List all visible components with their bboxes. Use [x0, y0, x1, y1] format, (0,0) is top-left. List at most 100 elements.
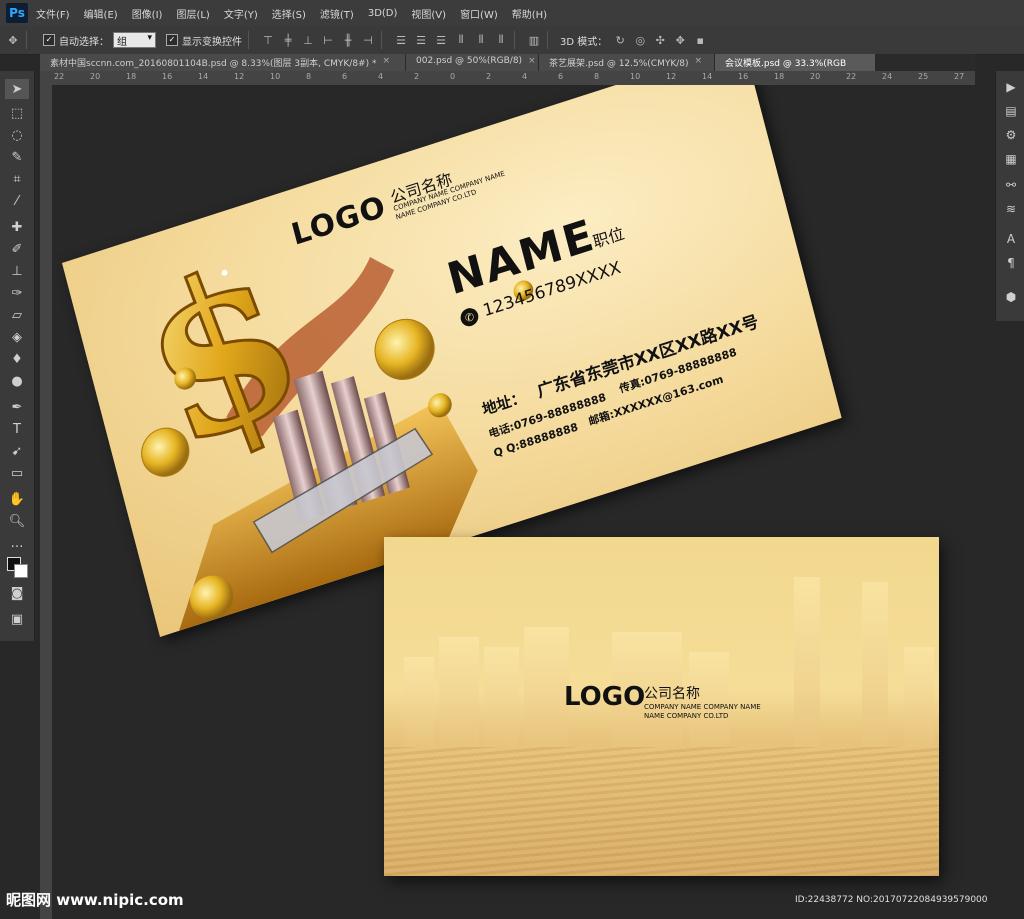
- 3d-rotate-icon[interactable]: ↻: [613, 33, 627, 47]
- menu-file[interactable]: 文件(F): [36, 6, 70, 21]
- auto-select-option[interactable]: ✓ 自动选择： 组: [43, 32, 156, 48]
- align-vcenter-icon[interactable]: ╪: [281, 33, 295, 47]
- business-card-back[interactable]: LOGO 公司名称 COMPANY NAME COMPANY NAME NAME…: [384, 537, 939, 876]
- ruler-tick-label: 8: [306, 72, 312, 81]
- play-icon[interactable]: ▶: [1003, 79, 1019, 95]
- tab-document-2[interactable]: 002.psd @ 50%(RGB/8) ×: [406, 54, 538, 71]
- ruler-tick-label: 16: [162, 72, 173, 81]
- background-color[interactable]: [14, 564, 28, 578]
- menu-type[interactable]: 文字(Y): [224, 6, 258, 21]
- menu-window[interactable]: 窗口(W): [460, 6, 498, 21]
- show-transform-option[interactable]: ✓ 显示变换控件: [166, 33, 242, 48]
- tab-label: 素材中国sccnn.com_20160801104B.psd @ 8.33%(图…: [50, 59, 377, 69]
- move-tool-icon[interactable]: ✥: [6, 33, 20, 47]
- align-top-icon[interactable]: ⊤: [261, 33, 275, 47]
- menu-select[interactable]: 选择(S): [272, 6, 306, 21]
- paragraph-icon[interactable]: ¶: [1003, 255, 1019, 271]
- channels-icon[interactable]: ≋: [1003, 201, 1019, 217]
- show-transform-checkbox[interactable]: ✓: [166, 34, 178, 46]
- align-hcenter-icon[interactable]: ╫: [341, 33, 355, 47]
- lasso-tool-icon[interactable]: ◌: [5, 125, 29, 145]
- distribute-vcenter-icon[interactable]: ☰: [414, 33, 428, 47]
- close-icon[interactable]: ×: [695, 56, 703, 66]
- rectangle-tool-icon[interactable]: ▭: [5, 463, 29, 483]
- ruler-tick-label: 0: [450, 72, 456, 81]
- layers-icon[interactable]: ▦: [1003, 151, 1019, 167]
- more-tools-icon[interactable]: …: [5, 533, 29, 553]
- pen-tool-icon[interactable]: ✒: [5, 397, 29, 417]
- distribute-left-icon[interactable]: ⫴: [454, 33, 468, 47]
- canvas-area[interactable]: $ LOGO 公司名称 COMPANY NAME COMPANY NAME NA…: [52, 85, 995, 919]
- auto-select-checkbox[interactable]: ✓: [43, 34, 55, 46]
- align-right-icon[interactable]: ⊣: [361, 33, 375, 47]
- screen-mode-icon[interactable]: ▣: [5, 609, 29, 629]
- eyedropper-tool-icon[interactable]: ⁄: [5, 191, 29, 211]
- tab-document-3[interactable]: 茶艺展架.psd @ 12.5%(CMYK/8) ×: [539, 54, 714, 71]
- menu-filter[interactable]: 滤镜(T): [320, 6, 354, 21]
- ruler-tick-label: 22: [846, 72, 857, 81]
- character-icon[interactable]: A: [1003, 231, 1019, 247]
- ruler-tick-label: 2: [486, 72, 492, 81]
- city-building-shape: [439, 637, 479, 747]
- blur-tool-icon[interactable]: ♦: [5, 349, 29, 369]
- menu-3d[interactable]: 3D(D): [368, 8, 398, 19]
- move-tool-icon[interactable]: ➤: [5, 79, 29, 99]
- photoshop-logo-icon: Ps: [6, 3, 28, 23]
- close-icon[interactable]: ×: [382, 56, 390, 66]
- marquee-tool-icon[interactable]: ⬚: [5, 103, 29, 123]
- color-swatch-icon[interactable]: [5, 557, 29, 578]
- crop-tool-icon[interactable]: ⌗: [5, 169, 29, 189]
- quick-mask-icon[interactable]: ◙: [5, 583, 29, 603]
- quick-select-tool-icon[interactable]: ✎: [5, 147, 29, 167]
- distribute-bottom-icon[interactable]: ☰: [434, 33, 448, 47]
- ruler-tick-label: 4: [522, 72, 528, 81]
- 3d-pan-icon[interactable]: ✣: [653, 33, 667, 47]
- close-icon[interactable]: ×: [528, 56, 536, 66]
- divider: [514, 31, 515, 49]
- healing-brush-tool-icon[interactable]: ✚: [5, 217, 29, 237]
- ruler-tick-label: 8: [594, 72, 600, 81]
- back-company-en-1: COMPANY NAME COMPANY NAME: [644, 703, 761, 711]
- align-bottom-icon[interactable]: ⊥: [301, 33, 315, 47]
- ruler-tick-label: 27: [954, 72, 965, 81]
- hand-tool-icon[interactable]: ✋: [5, 489, 29, 509]
- eraser-tool-icon[interactable]: ▱: [5, 305, 29, 325]
- tab-label: 002.psd @ 50%(RGB/8): [416, 56, 523, 66]
- 3d-panel-icon[interactable]: ⬢: [1003, 289, 1019, 305]
- paint-bucket-tool-icon[interactable]: ◈: [5, 327, 29, 347]
- ruler-tick-label: 18: [126, 72, 137, 81]
- tab-label: 会议模板.psd @ 33.3%(RGB: [725, 59, 847, 69]
- path-select-tool-icon[interactable]: ➹: [5, 441, 29, 461]
- menu-help[interactable]: 帮助(H): [512, 6, 547, 21]
- 3d-roll-icon[interactable]: ◎: [633, 33, 647, 47]
- 3d-slide-icon[interactable]: ✥: [673, 33, 687, 47]
- menu-layer[interactable]: 图层(L): [176, 6, 209, 21]
- menu-edit[interactable]: 编辑(E): [84, 6, 118, 21]
- vertical-ruler: [40, 85, 52, 919]
- ruler-tick-label: 25: [918, 72, 929, 81]
- menu-view[interactable]: 视图(V): [411, 6, 446, 21]
- auto-align-icon[interactable]: ▥: [527, 33, 541, 47]
- auto-select-dropdown[interactable]: 组: [113, 32, 156, 48]
- back-company-name: 公司名称: [644, 686, 700, 702]
- tab-document-active[interactable]: 会议模板.psd @ 33.3%(RGB: [715, 54, 875, 71]
- history-icon[interactable]: ▤: [1003, 103, 1019, 119]
- 3d-scale-icon[interactable]: ▪: [693, 33, 707, 47]
- stamp-tool-icon[interactable]: ⊥: [5, 261, 29, 281]
- align-left-icon[interactable]: ⊢: [321, 33, 335, 47]
- history-brush-tool-icon[interactable]: ✑: [5, 283, 29, 303]
- properties-icon[interactable]: ⚙: [1003, 127, 1019, 143]
- city-tower-shape: [862, 582, 888, 747]
- zoom-tool-icon[interactable]: 🔍︎: [5, 511, 29, 531]
- ruler-tick-label: 18: [774, 72, 785, 81]
- distribute-right-icon[interactable]: ⫴: [494, 33, 508, 47]
- ruler-tick-label: 22: [54, 72, 65, 81]
- menu-image[interactable]: 图像(I): [132, 6, 163, 21]
- type-tool-icon[interactable]: T: [5, 419, 29, 439]
- brush-tool-icon[interactable]: ✐: [5, 239, 29, 259]
- distribute-hcenter-icon[interactable]: ⫴: [474, 33, 488, 47]
- distribute-top-icon[interactable]: ☰: [394, 33, 408, 47]
- dodge-tool-icon[interactable]: ●: [5, 371, 29, 391]
- tab-document-1[interactable]: 素材中国sccnn.com_20160801104B.psd @ 8.33%(图…: [40, 54, 405, 71]
- adjustments-icon[interactable]: ⚯: [1003, 177, 1019, 193]
